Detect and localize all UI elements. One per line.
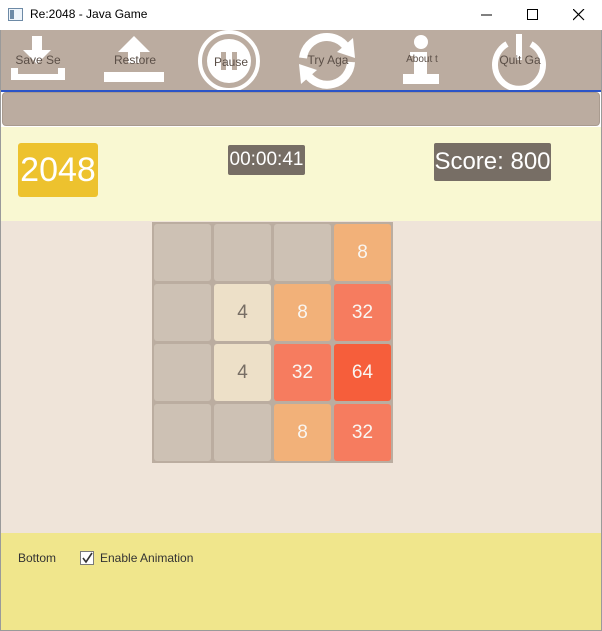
pause-label: Pause: [213, 55, 249, 69]
tile-32: 32: [334, 404, 391, 461]
about-button[interactable]: About t: [381, 30, 461, 90]
quit-label: Quit Ga: [499, 53, 541, 67]
score-display: Score: 800: [434, 143, 551, 181]
tile-4: 4: [214, 344, 271, 401]
pause-button[interactable]: Pause: [191, 30, 271, 90]
try-again-label: Try Aga: [307, 53, 349, 67]
restore-button[interactable]: Restore: [98, 30, 178, 90]
checkmark-icon: [82, 552, 93, 564]
empty-cell: [274, 224, 331, 281]
save-label: Save Se: [15, 53, 61, 67]
minimize-icon: [481, 14, 492, 16]
about-label: About t: [406, 54, 438, 65]
empty-cell: [154, 404, 211, 461]
tile-64: 64: [334, 344, 391, 401]
empty-cell: [214, 404, 271, 461]
bottom-label: Bottom: [18, 551, 57, 565]
bottom-panel: Bottom Enable Animation: [1, 533, 601, 630]
animation-checkbox[interactable]: [80, 551, 94, 565]
quit-button[interactable]: Quit Ga: [480, 30, 560, 90]
empty-cell: [154, 224, 211, 281]
toolbar: Save Se Restore Pause Try Aga About t Qu…: [1, 30, 601, 90]
window-titlebar: Re:2048 - Java Game: [0, 0, 602, 30]
tile-8: 8: [274, 284, 331, 341]
secondary-bar: [2, 92, 600, 126]
close-icon: [573, 9, 585, 21]
tile-32: 32: [334, 284, 391, 341]
tile-8: 8: [334, 224, 391, 281]
window-title: Re:2048 - Java Game: [30, 7, 148, 21]
save-button[interactable]: Save Se: [1, 30, 81, 90]
animation-checkbox-label[interactable]: Enable Animation: [100, 551, 193, 565]
tile-4: 4: [214, 284, 271, 341]
app-window-icon: [8, 8, 23, 21]
game-logo: 2048: [18, 143, 98, 197]
minimize-button[interactable]: [464, 0, 510, 30]
game-board[interactable]: 8 4 8 32 4 32 64 8 32: [152, 222, 393, 463]
empty-cell: [214, 224, 271, 281]
restore-label: Restore: [113, 53, 157, 67]
game-timer: 00:00:41: [228, 145, 305, 175]
tile-8: 8: [274, 404, 331, 461]
close-button[interactable]: [556, 0, 602, 30]
score-header: 2048 00:00:41 Score: 800: [1, 127, 601, 221]
empty-cell: [154, 344, 211, 401]
maximize-button[interactable]: [510, 0, 556, 30]
tile-32: 32: [274, 344, 331, 401]
board-area: 8 4 8 32 4 32 64 8 32: [1, 221, 601, 533]
empty-cell: [154, 284, 211, 341]
try-again-button[interactable]: Try Aga: [289, 30, 369, 90]
maximize-icon: [527, 9, 538, 20]
